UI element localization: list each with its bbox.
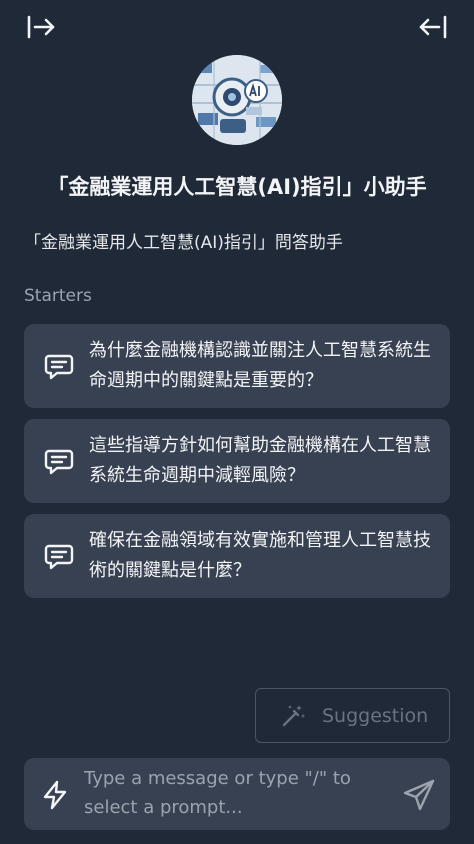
- starter-text: 確保在金融領域有效實施和管理人工智慧技術的關鍵點是什麼？: [89, 530, 431, 581]
- assistant-description: 「金融業運用人工智慧(AI)指引」問答助手: [24, 233, 343, 253]
- message-square-icon: [44, 354, 74, 380]
- assistant-avatar: [192, 55, 282, 145]
- arrow-left-to-bar-icon: [419, 15, 447, 39]
- magic-wand-icon: [282, 705, 305, 727]
- assistant-avatar-image: [192, 55, 282, 145]
- starter-card-1[interactable]: 為什麼金融機構認識並關注人工智慧系統生命週期中的關鍵點是重要的？: [24, 324, 450, 408]
- collapse-panel-button[interactable]: [416, 12, 450, 42]
- suggestion-label: Suggestion: [322, 705, 429, 727]
- starter-text: 這些指導方針如何幫助金融機構在人工智慧系統生命週期中減輕風險？: [89, 435, 431, 486]
- starter-text: 為什麼金融機構認識並關注人工智慧系統生命週期中的關鍵點是重要的？: [89, 340, 431, 391]
- arrow-right-to-bar-icon: [27, 15, 55, 39]
- message-square-icon: [44, 544, 74, 570]
- bolt-icon[interactable]: [40, 780, 70, 810]
- send-icon[interactable]: [402, 778, 436, 812]
- assistant-title: 「金融業運用人工智慧(AI)指引」小助手: [47, 175, 427, 199]
- starters-label: Starters: [24, 286, 92, 306]
- suggestion-button[interactable]: Suggestion: [255, 688, 450, 743]
- message-square-icon: [44, 449, 74, 475]
- message-input[interactable]: [84, 764, 384, 824]
- starter-card-3[interactable]: 確保在金融領域有效實施和管理人工智慧技術的關鍵點是什麼？: [24, 514, 450, 598]
- message-composer: [24, 758, 450, 830]
- expand-sidebar-button[interactable]: [24, 12, 58, 42]
- top-bar: [0, 0, 474, 56]
- starter-card-2[interactable]: 這些指導方針如何幫助金融機構在人工智慧系統生命週期中減輕風險？: [24, 419, 450, 503]
